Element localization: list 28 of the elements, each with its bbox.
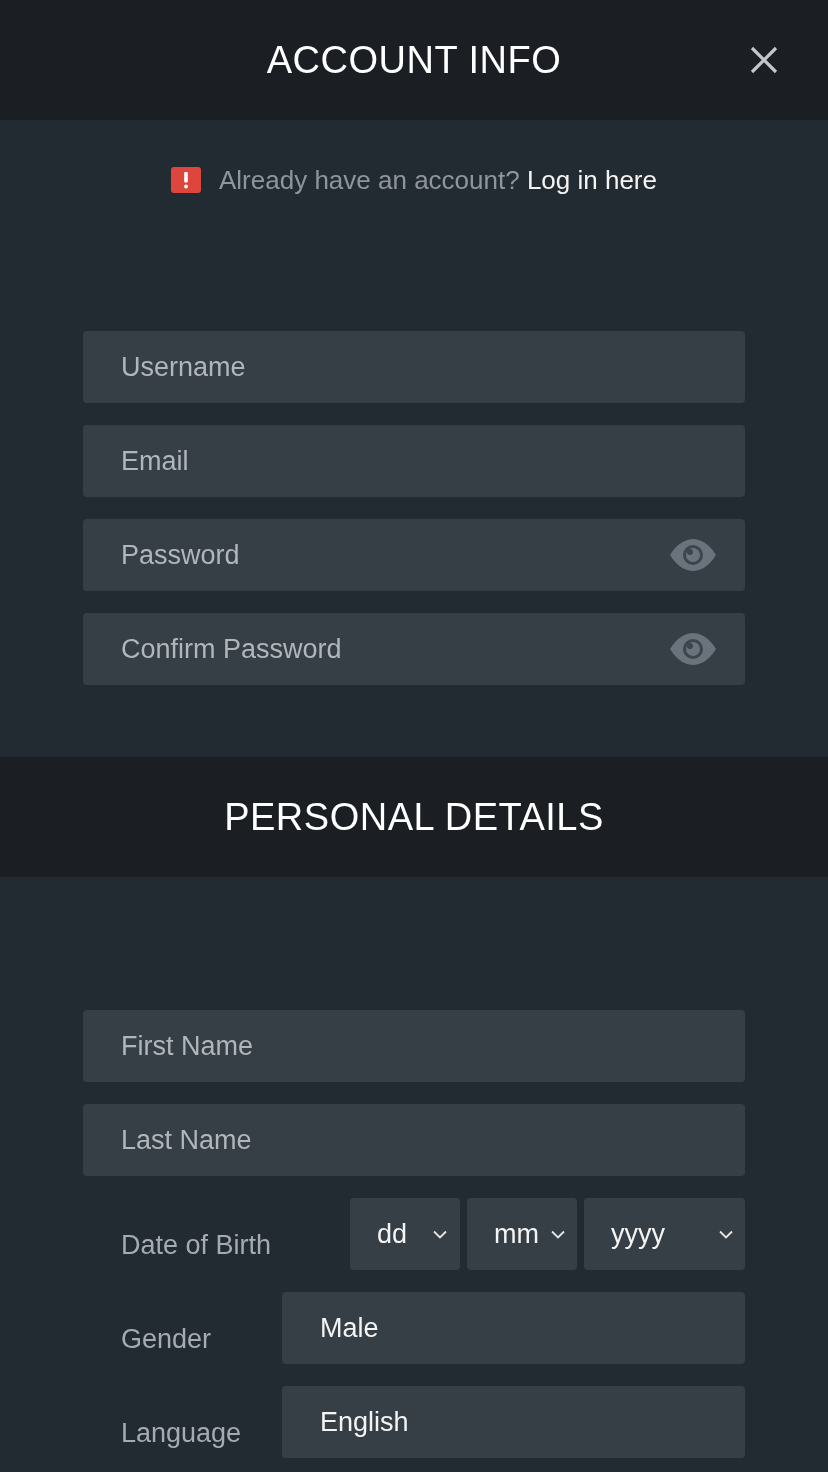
- text-input-field[interactable]: Last Name: [83, 1104, 745, 1176]
- close-icon: [750, 46, 778, 74]
- password-input-field[interactable]: Password: [83, 519, 745, 591]
- close-button[interactable]: [750, 46, 778, 74]
- alert-icon: [171, 167, 201, 193]
- eye-icon: [670, 633, 716, 665]
- login-link[interactable]: Log in here: [526, 164, 657, 195]
- section-title: PERSONAL DETAILS: [224, 795, 604, 839]
- field-label: Date of Birth: [121, 1229, 272, 1261]
- date-dropdown[interactable]: dd: [350, 1198, 460, 1270]
- date-dropdown[interactable]: mm: [467, 1198, 577, 1270]
- text-input-field[interactable]: Email: [83, 425, 745, 497]
- chevron-down-icon: [719, 1229, 733, 1239]
- login-prompt: Already have an account? Log in here: [219, 164, 657, 196]
- chevron-down-icon: [433, 1229, 447, 1239]
- header-title: ACCOUNT INFO: [266, 38, 562, 82]
- chevron-down-icon: [551, 1229, 565, 1239]
- text-input-field[interactable]: First Name: [83, 1010, 745, 1082]
- eye-icon: [670, 539, 716, 571]
- select-field[interactable]: Male: [282, 1292, 745, 1364]
- field-label: Language: [121, 1417, 242, 1449]
- date-dropdown[interactable]: yyyy: [584, 1198, 745, 1270]
- field-label: Gender: [121, 1323, 212, 1355]
- select-field[interactable]: English: [282, 1386, 745, 1458]
- show-password-button[interactable]: [670, 633, 716, 665]
- password-input-field[interactable]: Confirm Password: [83, 613, 745, 685]
- text-input-field[interactable]: Username: [83, 331, 745, 403]
- show-password-button[interactable]: [670, 539, 716, 571]
